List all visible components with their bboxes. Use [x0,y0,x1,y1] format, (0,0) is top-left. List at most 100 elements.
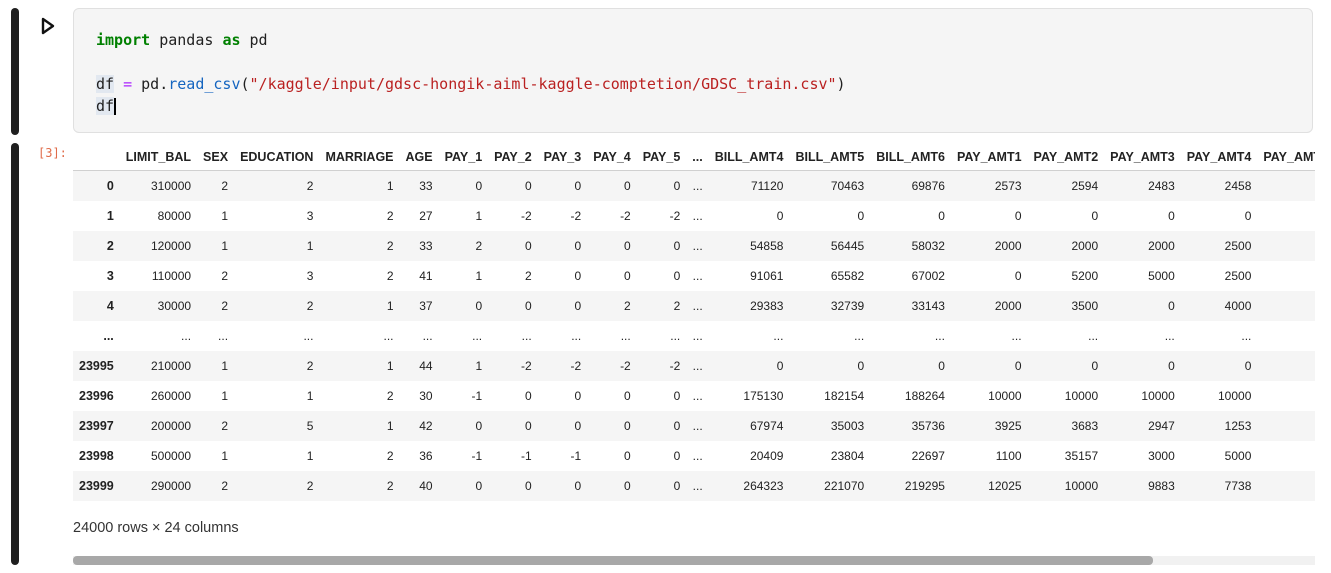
table-cell: 29383 [750,299,784,313]
table-cell: 2 [221,299,229,313]
table-cell: 110000 [151,269,192,283]
column-header: BILL_AMT4 [708,143,790,171]
column-header: SEX [197,143,235,171]
table-cell [1257,471,1315,501]
table-cell: 1 [475,209,483,223]
table-cell: 30 [419,389,433,403]
table-cell: 2573 [994,179,1022,193]
column-header: PAY_3 [537,143,588,171]
table-cell: ... [303,329,314,343]
table-cell: -2 [669,209,681,223]
table-cell: 2000 [1148,239,1175,253]
variable-df: df [96,75,115,93]
table-cell: 2 [221,419,229,433]
table-cell: ... [571,329,582,343]
table-cell: 3000 [1148,449,1175,463]
table-cell: 0 [524,179,532,193]
table-cell: 65582 [830,269,865,283]
table-row: 23996 260000 1 1 2 30 -1 0 0 0 0... 175130 182154 188… [73,381,1315,411]
dataframe-shape-summary: 24000 rows × 24 columns [73,520,239,536]
table-cell: 2000 [994,299,1022,313]
table-cell: 5000 [1224,449,1252,463]
table-cell: 0 [524,419,532,433]
table-cell: 2 [386,269,394,283]
table-cell: 0 [574,179,582,193]
horizontal-scrollbar[interactable] [73,556,1315,565]
row-index: 3 [106,269,114,283]
code-editor[interactable]: import pandas as pd df = pd.read_csv("/k… [73,8,1313,133]
table-cell: 22697 [911,449,945,463]
table-cell: -2 [620,359,631,373]
module-name: pandas [150,31,223,49]
table-cell: ... [383,329,394,343]
table-row: 23998 500000 1 1 2 36 -1 -1 -1 0 0... 20409 23804 226… [73,441,1315,471]
table-cell: 41 [419,269,433,283]
table-cell: 0 [857,209,865,223]
table-cell: 69876 [911,179,945,193]
table-cell: 33 [419,179,433,193]
table-cell: 2 [306,299,314,313]
table-cell: -2 [521,209,532,223]
row-index: 23996 [79,389,114,403]
table-cell: 290000 [151,479,192,493]
table-cell: 1 [386,299,394,313]
column-header: AGE [399,143,439,171]
table-row: ........................................… [73,321,1315,351]
row-index: 23999 [79,479,114,493]
table-cell: 23804 [830,449,865,463]
table-cell: 2458 [1224,179,1252,193]
row-index: 23995 [79,359,114,373]
open-paren: ( [240,75,250,93]
table-row: 2 120000 1 1 2 33 2 0 0 0 0... 54858 56445 58032 2000 2… [73,231,1315,261]
table-cell: 1 [386,359,394,373]
table-cell: 3 [306,209,314,223]
table-cell: 20409 [750,449,784,463]
table-cell: -2 [669,359,681,373]
table-cell [1257,291,1315,321]
scrollbar-thumb[interactable] [73,556,1153,565]
row-index: 0 [106,179,114,193]
table-cell: 0 [524,479,532,493]
table-cell: -1 [471,449,483,463]
table-cell: 0 [673,179,681,193]
table-cell: ... [692,269,703,283]
table-cell [1257,261,1315,291]
code-line-4: df [96,95,846,117]
table-cell: 2 [221,179,229,193]
code-line-1: import pandas as pd [96,29,846,51]
table-cell: 188264 [904,389,945,403]
table-cell: 0 [1244,359,1252,373]
dot-operator: . [159,75,169,93]
table-cell: 10000 [1218,389,1252,403]
table-cell: 221070 [824,479,865,493]
table-cell: 37 [419,299,433,313]
table-cell: 30000 [157,299,192,313]
table-cell: ... [934,329,945,343]
assign-operator: = [114,75,142,93]
table-cell: 2 [673,299,681,313]
table-cell: -1 [570,449,582,463]
table-cell: ... [692,359,703,373]
table-cell: 10000 [1064,479,1099,493]
table-cell: 0 [938,359,945,373]
table-cell: 0 [574,479,582,493]
play-icon [41,17,55,35]
table-cell: ... [692,179,703,193]
column-header: BILL_AMT5 [789,143,871,171]
table-cell: 35736 [911,419,945,433]
table-cell [1257,231,1315,261]
column-header: BILL_AMT6 [870,143,951,171]
table-cell: 0 [857,359,865,373]
table-cell: 2 [306,479,314,493]
table-cell: 2 [221,479,229,493]
table-cell: ... [472,329,483,343]
table-cell: ... [692,449,703,463]
run-cell-button[interactable] [38,16,58,36]
table-cell: ... [1241,329,1252,343]
index-header [73,143,120,171]
table-cell: ... [692,239,703,253]
table-cell: 264323 [743,479,784,493]
table-cell: ... [1164,329,1175,343]
code-line-3: df = pd.read_csv("/kaggle/input/gdsc-hon… [96,73,846,95]
table-cell: 500000 [151,449,192,463]
